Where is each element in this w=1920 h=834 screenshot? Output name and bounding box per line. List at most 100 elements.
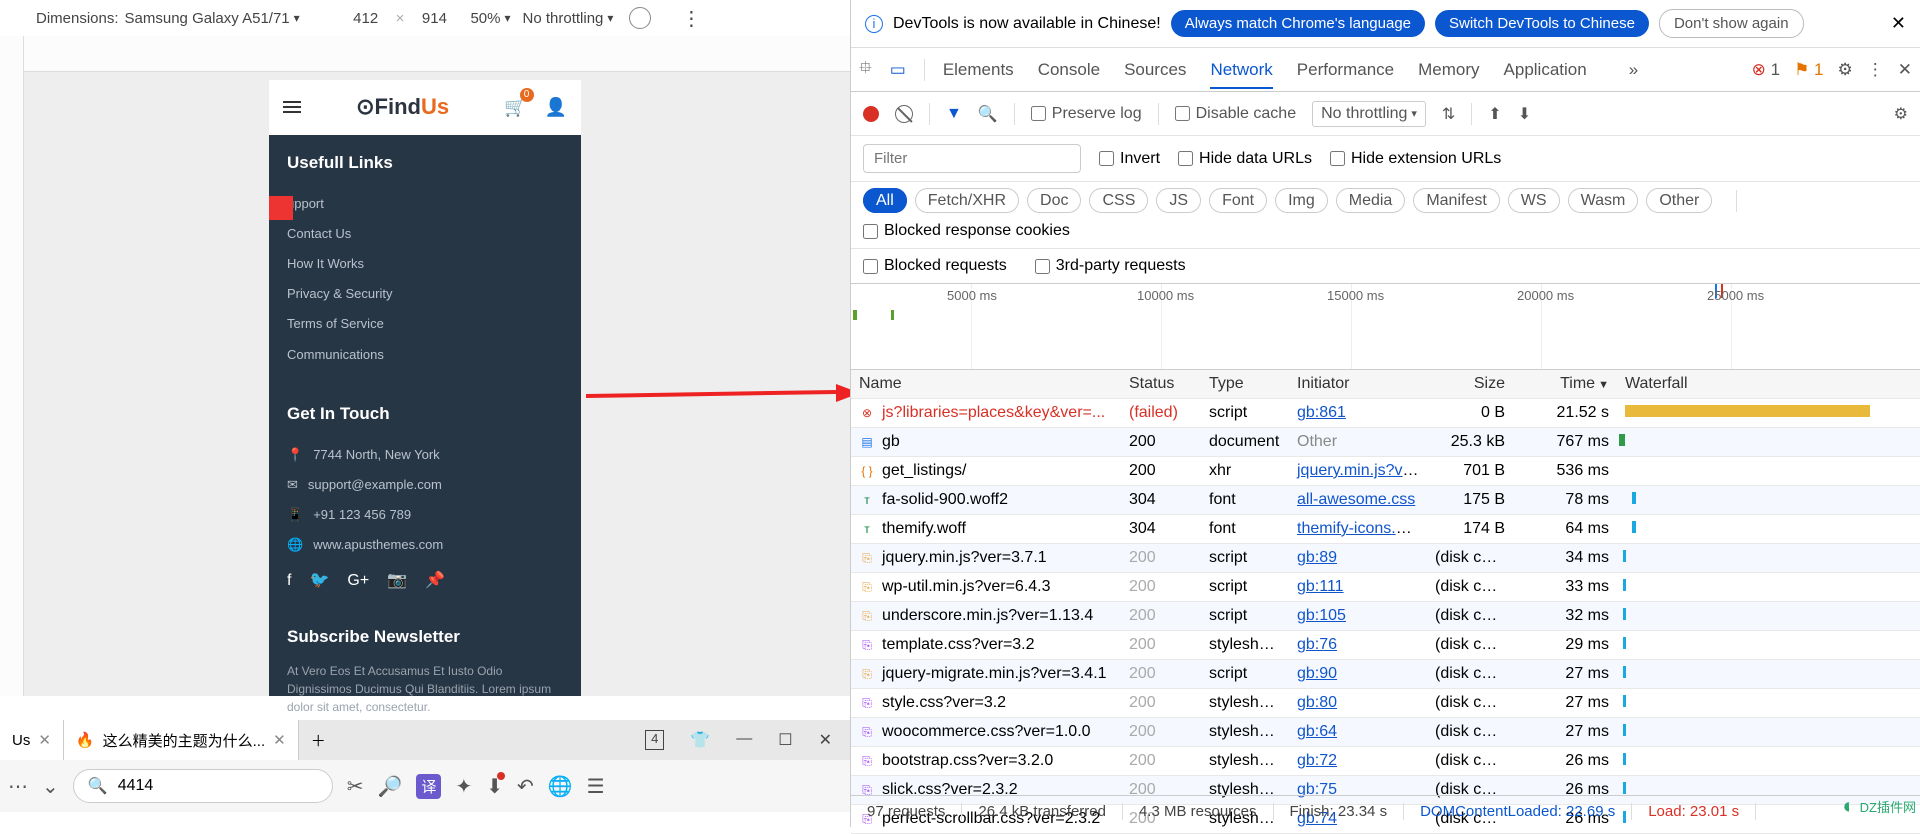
social-icon[interactable]: f: [287, 570, 291, 592]
hide-ext-urls-checkbox[interactable]: Hide extension URLs: [1330, 150, 1501, 168]
type-chip-fetch/xhr[interactable]: Fetch/XHR: [915, 188, 1019, 213]
maximize-icon[interactable]: ☐: [778, 730, 792, 750]
request-row[interactable]: ▤gb200documentOther25.3 kB767 ms: [851, 428, 1920, 457]
record-icon[interactable]: [863, 106, 879, 122]
panel-tab-elements[interactable]: Elements: [943, 60, 1014, 79]
request-row[interactable]: ᴛthemify.woff304fontthemify-icons.css174…: [851, 515, 1920, 544]
social-icon[interactable]: G+: [347, 570, 369, 592]
third-party-checkbox[interactable]: 3rd-party requests: [1035, 257, 1186, 275]
browser-tab[interactable]: Us✕: [0, 720, 64, 760]
close-window-icon[interactable]: ✕: [819, 730, 832, 750]
puzzle-icon[interactable]: ✦: [455, 774, 472, 799]
address-bar[interactable]: 🔍 4414: [73, 769, 333, 803]
menu-icon[interactable]: ☰: [587, 774, 605, 799]
type-chip-other[interactable]: Other: [1646, 188, 1712, 213]
more-icon[interactable]: ⋮: [681, 6, 701, 31]
blocked-cookies-checkbox[interactable]: Blocked response cookies: [863, 222, 1070, 240]
request-row[interactable]: ⎘underscore.min.js?ver=1.13.4200scriptgb…: [851, 602, 1920, 631]
type-chip-font[interactable]: Font: [1209, 188, 1267, 213]
device-dropdown[interactable]: Samsung Galaxy A51/71: [119, 10, 306, 27]
search-icon[interactable]: 🔍: [978, 104, 998, 124]
request-row[interactable]: ⊗js?libraries=places&key&ver=...(failed)…: [851, 399, 1920, 428]
browser-tab[interactable]: 🔥这么精美的主题为什么...✕: [64, 720, 299, 760]
type-chip-media[interactable]: Media: [1336, 188, 1406, 213]
user-icon[interactable]: 👤: [545, 95, 567, 120]
close-tab-icon[interactable]: ✕: [38, 731, 51, 749]
upload-icon[interactable]: ⬆: [1488, 104, 1501, 124]
kebab-icon[interactable]: ⋮: [1867, 60, 1884, 80]
more-h-icon[interactable]: ⋯: [8, 774, 28, 799]
invert-checkbox[interactable]: Invert: [1099, 150, 1160, 168]
close-devtools-icon[interactable]: ✕: [1898, 60, 1912, 80]
request-row[interactable]: { }get_listings/200xhrjquery.min.js?ver.…: [851, 457, 1920, 486]
translate-icon[interactable]: 译: [416, 774, 441, 799]
device-width[interactable]: 412: [336, 10, 396, 27]
social-icon[interactable]: 📌: [425, 570, 445, 592]
wifi-icon[interactable]: ⇅: [1442, 104, 1455, 124]
type-chip-doc[interactable]: Doc: [1027, 188, 1081, 213]
cart-icon[interactable]: 🛒0: [504, 95, 526, 120]
type-chip-manifest[interactable]: Manifest: [1413, 188, 1499, 213]
always-match-button[interactable]: Always match Chrome's language: [1171, 10, 1425, 37]
footer-link[interactable]: Contact Us: [287, 219, 563, 249]
table-header[interactable]: NameStatusType InitiatorSizeTimeWaterfal…: [851, 370, 1920, 399]
device-mode-icon[interactable]: ▭: [890, 60, 906, 80]
preserve-log-checkbox[interactable]: Preserve log: [1031, 105, 1142, 123]
rotate-icon[interactable]: [629, 7, 651, 29]
panel-tab-sources[interactable]: Sources: [1124, 60, 1186, 79]
social-icon[interactable]: 📷: [387, 570, 407, 592]
type-chip-all[interactable]: All: [863, 188, 907, 213]
more-tabs-icon[interactable]: »: [1629, 60, 1638, 80]
red-tag-icon[interactable]: [269, 196, 293, 220]
request-row[interactable]: ⎘jquery-migrate.min.js?ver=3.4.1200scrip…: [851, 660, 1920, 689]
panel-tab-performance[interactable]: Performance: [1297, 60, 1394, 79]
download-icon[interactable]: ⬇: [1518, 104, 1531, 124]
footer-link[interactable]: upport: [287, 189, 563, 219]
tab-count[interactable]: 4: [645, 730, 664, 750]
search-blue-icon[interactable]: 🔎: [378, 774, 403, 799]
chevron-down-icon[interactable]: ⌄: [42, 774, 59, 799]
inspect-icon[interactable]: ⯐: [859, 55, 872, 84]
extension-icon[interactable]: 👕: [690, 730, 710, 750]
request-row[interactable]: ⎘jquery.min.js?ver=3.7.1200scriptgb:89(d…: [851, 544, 1920, 573]
hide-data-urls-checkbox[interactable]: Hide data URLs: [1178, 150, 1312, 168]
request-row[interactable]: ⎘wp-util.min.js?ver=6.4.3200scriptgb:111…: [851, 573, 1920, 602]
globe-icon[interactable]: 🌐: [548, 774, 573, 799]
panel-tab-application[interactable]: Application: [1504, 60, 1587, 79]
net-settings-icon[interactable]: ⚙: [1894, 104, 1908, 124]
footer-link[interactable]: Terms of Service: [287, 309, 563, 339]
social-icon[interactable]: 🐦: [309, 570, 329, 592]
request-row[interactable]: ⎘bootstrap.css?ver=3.2.0200stylesheetgb:…: [851, 747, 1920, 776]
request-row[interactable]: ᴛfa-solid-900.woff2304fontall-awesome.cs…: [851, 486, 1920, 515]
device-height[interactable]: 914: [404, 10, 464, 27]
switch-chinese-button[interactable]: Switch DevTools to Chinese: [1435, 10, 1649, 37]
filter-input[interactable]: [863, 144, 1081, 173]
type-chip-wasm[interactable]: Wasm: [1568, 188, 1639, 213]
settings-icon[interactable]: ⚙: [1838, 60, 1853, 80]
type-chip-img[interactable]: Img: [1275, 188, 1328, 213]
zoom-dropdown[interactable]: 50%: [464, 10, 516, 27]
blocked-requests-checkbox[interactable]: Blocked requests: [863, 257, 1007, 275]
request-row[interactable]: ⎘style.css?ver=3.2200stylesheetgb:80(dis…: [851, 689, 1920, 718]
panel-tab-memory[interactable]: Memory: [1418, 60, 1479, 79]
panel-tab-console[interactable]: Console: [1038, 60, 1100, 79]
type-chip-ws[interactable]: WS: [1508, 188, 1560, 213]
warning-count[interactable]: 1: [1794, 60, 1823, 80]
error-count[interactable]: ⊗ 1: [1752, 60, 1780, 80]
request-row[interactable]: ⎘woocommerce.css?ver=1.0.0200stylesheetg…: [851, 718, 1920, 747]
undo-icon[interactable]: ↶: [517, 774, 534, 799]
dont-show-button[interactable]: Don't show again: [1659, 9, 1804, 38]
scissors-icon[interactable]: ✂: [347, 774, 364, 799]
type-chip-css[interactable]: CSS: [1089, 188, 1148, 213]
footer-link[interactable]: Privacy & Security: [287, 279, 563, 309]
footer-link[interactable]: How It Works: [287, 249, 563, 279]
disable-cache-checkbox[interactable]: Disable cache: [1175, 105, 1297, 123]
close-icon[interactable]: ✕: [1891, 13, 1906, 34]
logo[interactable]: ⊙FindUs: [356, 92, 449, 123]
throttle-dropdown[interactable]: No throttling: [517, 10, 620, 27]
clear-icon[interactable]: [895, 105, 913, 123]
new-tab-button[interactable]: ＋: [299, 720, 338, 760]
download-icon[interactable]: ⬇: [486, 774, 503, 799]
hamburger-icon[interactable]: [283, 98, 301, 116]
throttling-dropdown[interactable]: No throttling: [1312, 101, 1426, 127]
